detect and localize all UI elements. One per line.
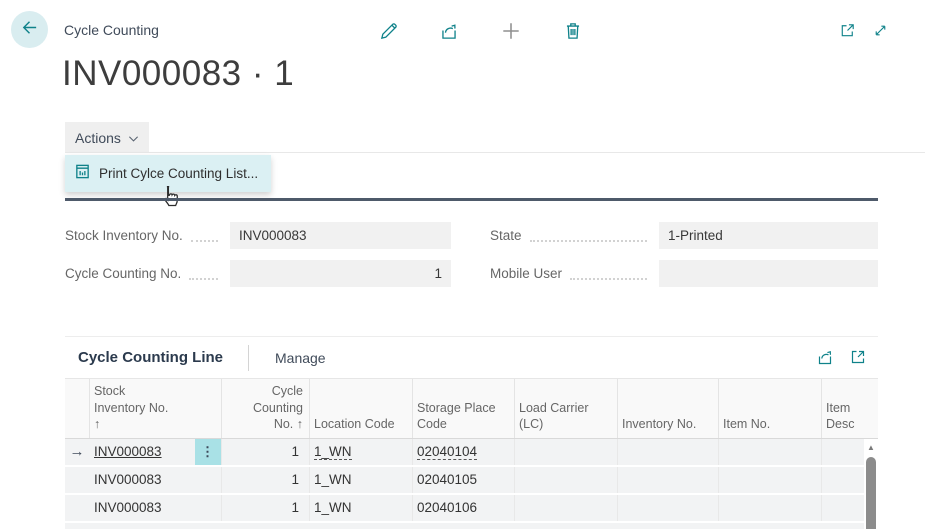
col-storage-place-code[interactable]: Storage Place Code [413,379,515,438]
cell-load-carrier[interactable] [515,495,618,521]
cycle-counting-no-field[interactable]: 1 [230,260,451,287]
scroll-up-icon[interactable]: ▲ [864,441,878,455]
popout-icon[interactable] [838,21,857,45]
cell-storage-place-code[interactable]: 02040105 [413,467,515,493]
cell-storage-place-code[interactable]: 02040106 [413,495,515,521]
cell-inventory-no[interactable] [618,439,719,465]
delete-icon[interactable] [562,20,584,47]
add-icon[interactable] [500,20,522,47]
cell-item-no[interactable] [719,495,822,521]
table-row[interactable]: INV000083 1 1_WN 02040106 [65,495,864,523]
resize-icon[interactable] [871,21,890,45]
card-header: Cycle Counting Line Manage [65,337,878,379]
table-row[interactable]: INV000083 1 1_WN 02040105 [65,467,864,495]
grid-header-row: Stock Inventory No. ↑ Cycle Counting No.… [65,379,878,439]
cycle-counting-line-card: Cycle Counting Line Manage Stock Invento… [65,336,878,529]
focus-mode-icon[interactable] [848,347,868,372]
menu-item-print-cycle-counting-list[interactable]: Print Cylce Counting List... [65,155,271,192]
row-selector-arrow-icon: → [69,439,85,465]
scrollbar-thumb[interactable] [866,457,876,529]
mobile-user-field[interactable] [659,260,878,287]
cell-cycle-counting-no[interactable]: 1 [222,467,310,493]
dotted-leader [570,278,647,280]
dotted-leader [191,240,218,242]
col-inventory-no[interactable]: Inventory No. [618,379,719,438]
dotted-leader [530,240,647,242]
col-load-carrier[interactable]: Load Carrier (LC) [515,379,618,438]
stock-inventory-no-field[interactable]: INV000083 [230,222,451,249]
cell-menu-placeholder [195,467,222,493]
page: Cycle Counting INV000083 · 1 Actions Pri… [0,0,927,529]
grid-scrollbar[interactable]: ▲ [864,441,878,529]
cell-cycle-counting-no[interactable]: 1 [222,439,310,465]
cell-stock-inventory-no[interactable]: INV000083 [90,467,195,493]
field-label-cycle-counting-no: Cycle Counting No. [65,260,230,287]
actions-bar-divider [65,152,925,153]
actions-menu-button[interactable]: Actions [65,122,149,153]
cell-load-carrier[interactable] [515,439,618,465]
table-row[interactable]: → INV000083 ⋮ 1 1_WN 02040104 [65,439,864,467]
cell-cycle-counting-no[interactable]: 1 [222,495,310,521]
actions-menu-label: Actions [75,130,121,146]
chevron-down-icon [128,130,139,146]
cell-item-description[interactable] [822,467,864,493]
selector-column-header [65,379,90,438]
cell-location-code[interactable]: 1_WN [310,495,413,521]
field-label-mobile-user: Mobile User [490,260,659,287]
caption-divider [248,345,249,371]
cell-item-description[interactable] [822,495,864,521]
col-item-no[interactable]: Item No. [719,379,822,438]
location-code-link[interactable]: 1_WN [314,444,352,460]
storage-place-link[interactable]: 02040104 [417,444,477,460]
menu-item-label: Print Cylce Counting List... [99,166,258,181]
manage-menu[interactable]: Manage [275,350,326,366]
stock-inventory-link[interactable]: INV000083 [94,444,162,459]
page-title: INV000083 · 1 [62,54,294,94]
breadcrumb[interactable]: Cycle Counting [64,22,159,38]
field-label-stock-inventory-no: Stock Inventory No. [65,222,230,249]
grid-share-icon[interactable] [815,347,835,372]
col-item-description[interactable]: Item Desc [822,379,878,438]
cell-location-code[interactable]: 1_WN [310,467,413,493]
table-row-partial[interactable] [65,523,864,529]
cell-item-no[interactable] [719,467,822,493]
col-location-code[interactable]: Location Code [310,379,413,438]
col-stock-inventory-no[interactable]: Stock Inventory No. ↑ [90,379,222,438]
cell-stock-inventory-no[interactable]: INV000083 [90,495,195,521]
field-label-state: State [490,222,659,249]
section-divider [65,198,878,201]
cell-inventory-no[interactable] [618,467,719,493]
dotted-leader [189,278,218,280]
col-cycle-counting-no[interactable]: Cycle Counting No. ↑ [222,379,310,438]
grid-body: → INV000083 ⋮ 1 1_WN 02040104 INV000083 … [65,439,864,529]
cell-item-no[interactable] [719,439,822,465]
state-field[interactable]: 1-Printed [659,222,878,249]
cell-inventory-no[interactable] [618,495,719,521]
card-caption: Cycle Counting Line [78,349,223,366]
cell-load-carrier[interactable] [515,467,618,493]
report-icon [74,163,91,185]
share-icon[interactable] [438,20,460,47]
back-arrow-icon [20,18,39,42]
back-button[interactable] [11,11,48,48]
edit-icon[interactable] [378,20,400,47]
cell-menu-placeholder [195,495,222,521]
cell-item-description[interactable] [822,439,864,465]
ellipsis-menu-icon[interactable]: ⋮ [195,439,222,465]
